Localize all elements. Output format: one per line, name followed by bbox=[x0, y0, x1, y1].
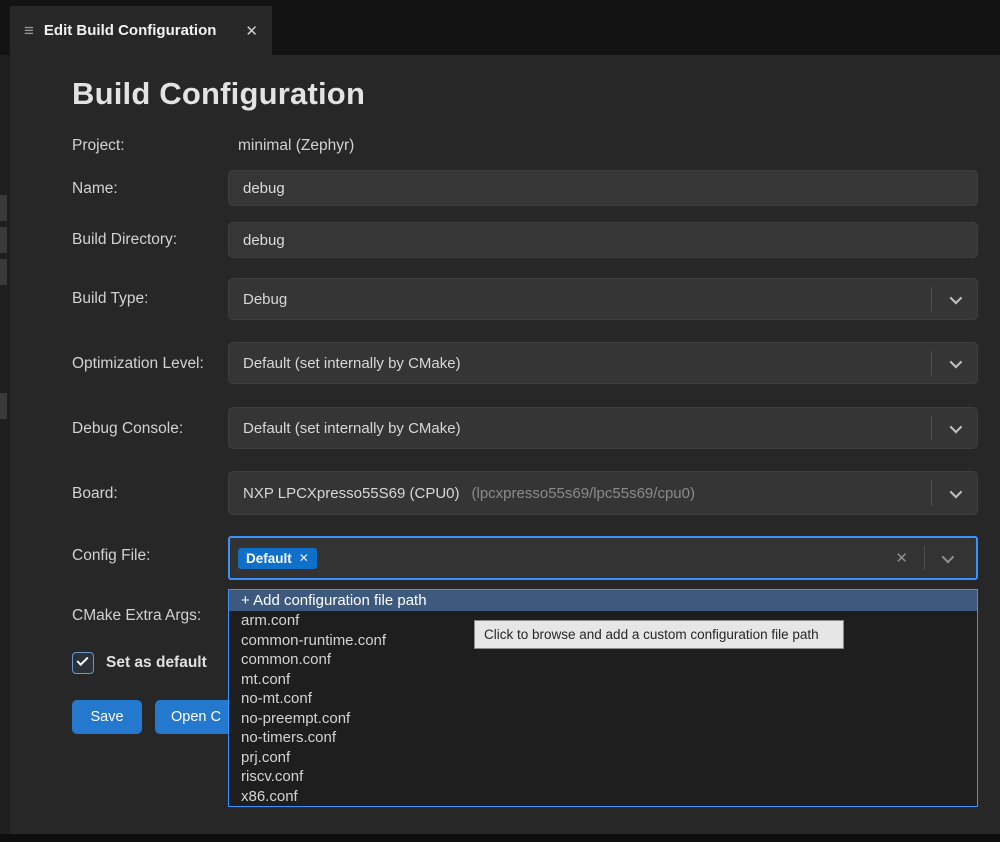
set-as-default-row: Set as default bbox=[72, 652, 207, 674]
list-icon: ≡ bbox=[24, 22, 34, 39]
chevron-down-icon[interactable] bbox=[931, 351, 977, 375]
board-detail: (lpcxpresso55s69/lpc55s69/cpu0) bbox=[472, 485, 695, 502]
config-file-chip[interactable]: Default ✕ bbox=[238, 548, 317, 569]
chevron-down-icon[interactable] bbox=[931, 480, 977, 505]
editor-screen: ≡ Edit Build Configuration ✕ Build Confi… bbox=[0, 0, 1000, 842]
name-label: Name: bbox=[72, 180, 118, 198]
dropdown-option[interactable]: no-preempt.conf bbox=[229, 709, 977, 729]
dropdown-option[interactable]: x86.conf bbox=[229, 787, 977, 807]
debug-console-value: Default (set internally by CMake) bbox=[229, 420, 461, 437]
project-value: minimal (Zephyr) bbox=[238, 137, 354, 155]
optimization-level-label: Optimization Level: bbox=[72, 355, 204, 373]
dropdown-add-config-path[interactable]: + Add configuration file path bbox=[229, 590, 977, 611]
board-value: NXP LPCXpresso55S69 (CPU0) bbox=[229, 485, 460, 502]
dropdown-option[interactable]: no-mt.conf bbox=[229, 689, 977, 709]
board-label: Board: bbox=[72, 485, 118, 503]
debug-console-label: Debug Console: bbox=[72, 420, 183, 438]
build-type-value: Debug bbox=[229, 291, 287, 308]
tooltip: Click to browse and add a custom configu… bbox=[474, 620, 844, 649]
build-directory-input[interactable] bbox=[228, 222, 978, 258]
bottom-bar bbox=[0, 834, 1000, 842]
tab-bar: ≡ Edit Build Configuration ✕ bbox=[0, 0, 1000, 55]
optimization-level-value: Default (set internally by CMake) bbox=[229, 355, 461, 372]
cmake-extra-args-label: CMake Extra Args: bbox=[72, 607, 201, 625]
build-type-select[interactable]: Debug bbox=[228, 278, 978, 320]
chip-close-icon[interactable]: ✕ bbox=[299, 551, 309, 565]
tab-label: Edit Build Configuration bbox=[44, 22, 216, 39]
rail-mark bbox=[0, 227, 7, 253]
dropdown-option[interactable]: no-timers.conf bbox=[229, 728, 977, 748]
debug-console-select[interactable]: Default (set internally by CMake) bbox=[228, 407, 978, 449]
tab-close-icon[interactable]: ✕ bbox=[245, 22, 258, 40]
rail-mark bbox=[0, 393, 7, 419]
checkmark-icon bbox=[76, 654, 88, 666]
board-select[interactable]: NXP LPCXpresso55S69 (CPU0) (lpcxpresso55… bbox=[228, 471, 978, 515]
chevron-down-icon[interactable] bbox=[924, 546, 968, 570]
name-input[interactable] bbox=[228, 170, 978, 206]
optimization-level-select[interactable]: Default (set internally by CMake) bbox=[228, 342, 978, 384]
rail-mark bbox=[0, 195, 7, 221]
save-button[interactable]: Save bbox=[72, 700, 142, 734]
project-label: Project: bbox=[72, 137, 125, 155]
chevron-down-icon[interactable] bbox=[931, 416, 977, 440]
left-rail bbox=[0, 55, 10, 834]
build-type-label: Build Type: bbox=[72, 290, 148, 308]
chevron-down-icon[interactable] bbox=[931, 287, 977, 311]
dropdown-option[interactable]: riscv.conf bbox=[229, 767, 977, 787]
config-file-label: Config File: bbox=[72, 547, 150, 565]
tab-edit-build-configuration[interactable]: ≡ Edit Build Configuration ✕ bbox=[10, 6, 272, 55]
dropdown-option[interactable]: common.conf bbox=[229, 650, 977, 670]
set-as-default-checkbox[interactable] bbox=[72, 652, 94, 674]
set-as-default-label: Set as default bbox=[106, 654, 207, 672]
chip-label: Default bbox=[246, 551, 292, 566]
dropdown-option[interactable]: mt.conf bbox=[229, 670, 977, 690]
build-directory-label: Build Directory: bbox=[72, 231, 177, 249]
rail-mark bbox=[0, 259, 7, 285]
clear-icon[interactable]: ✕ bbox=[879, 549, 924, 567]
dropdown-option[interactable]: prj.conf bbox=[229, 748, 977, 768]
page-title: Build Configuration bbox=[72, 76, 365, 112]
config-file-combo[interactable]: Default ✕ ✕ bbox=[228, 536, 978, 580]
